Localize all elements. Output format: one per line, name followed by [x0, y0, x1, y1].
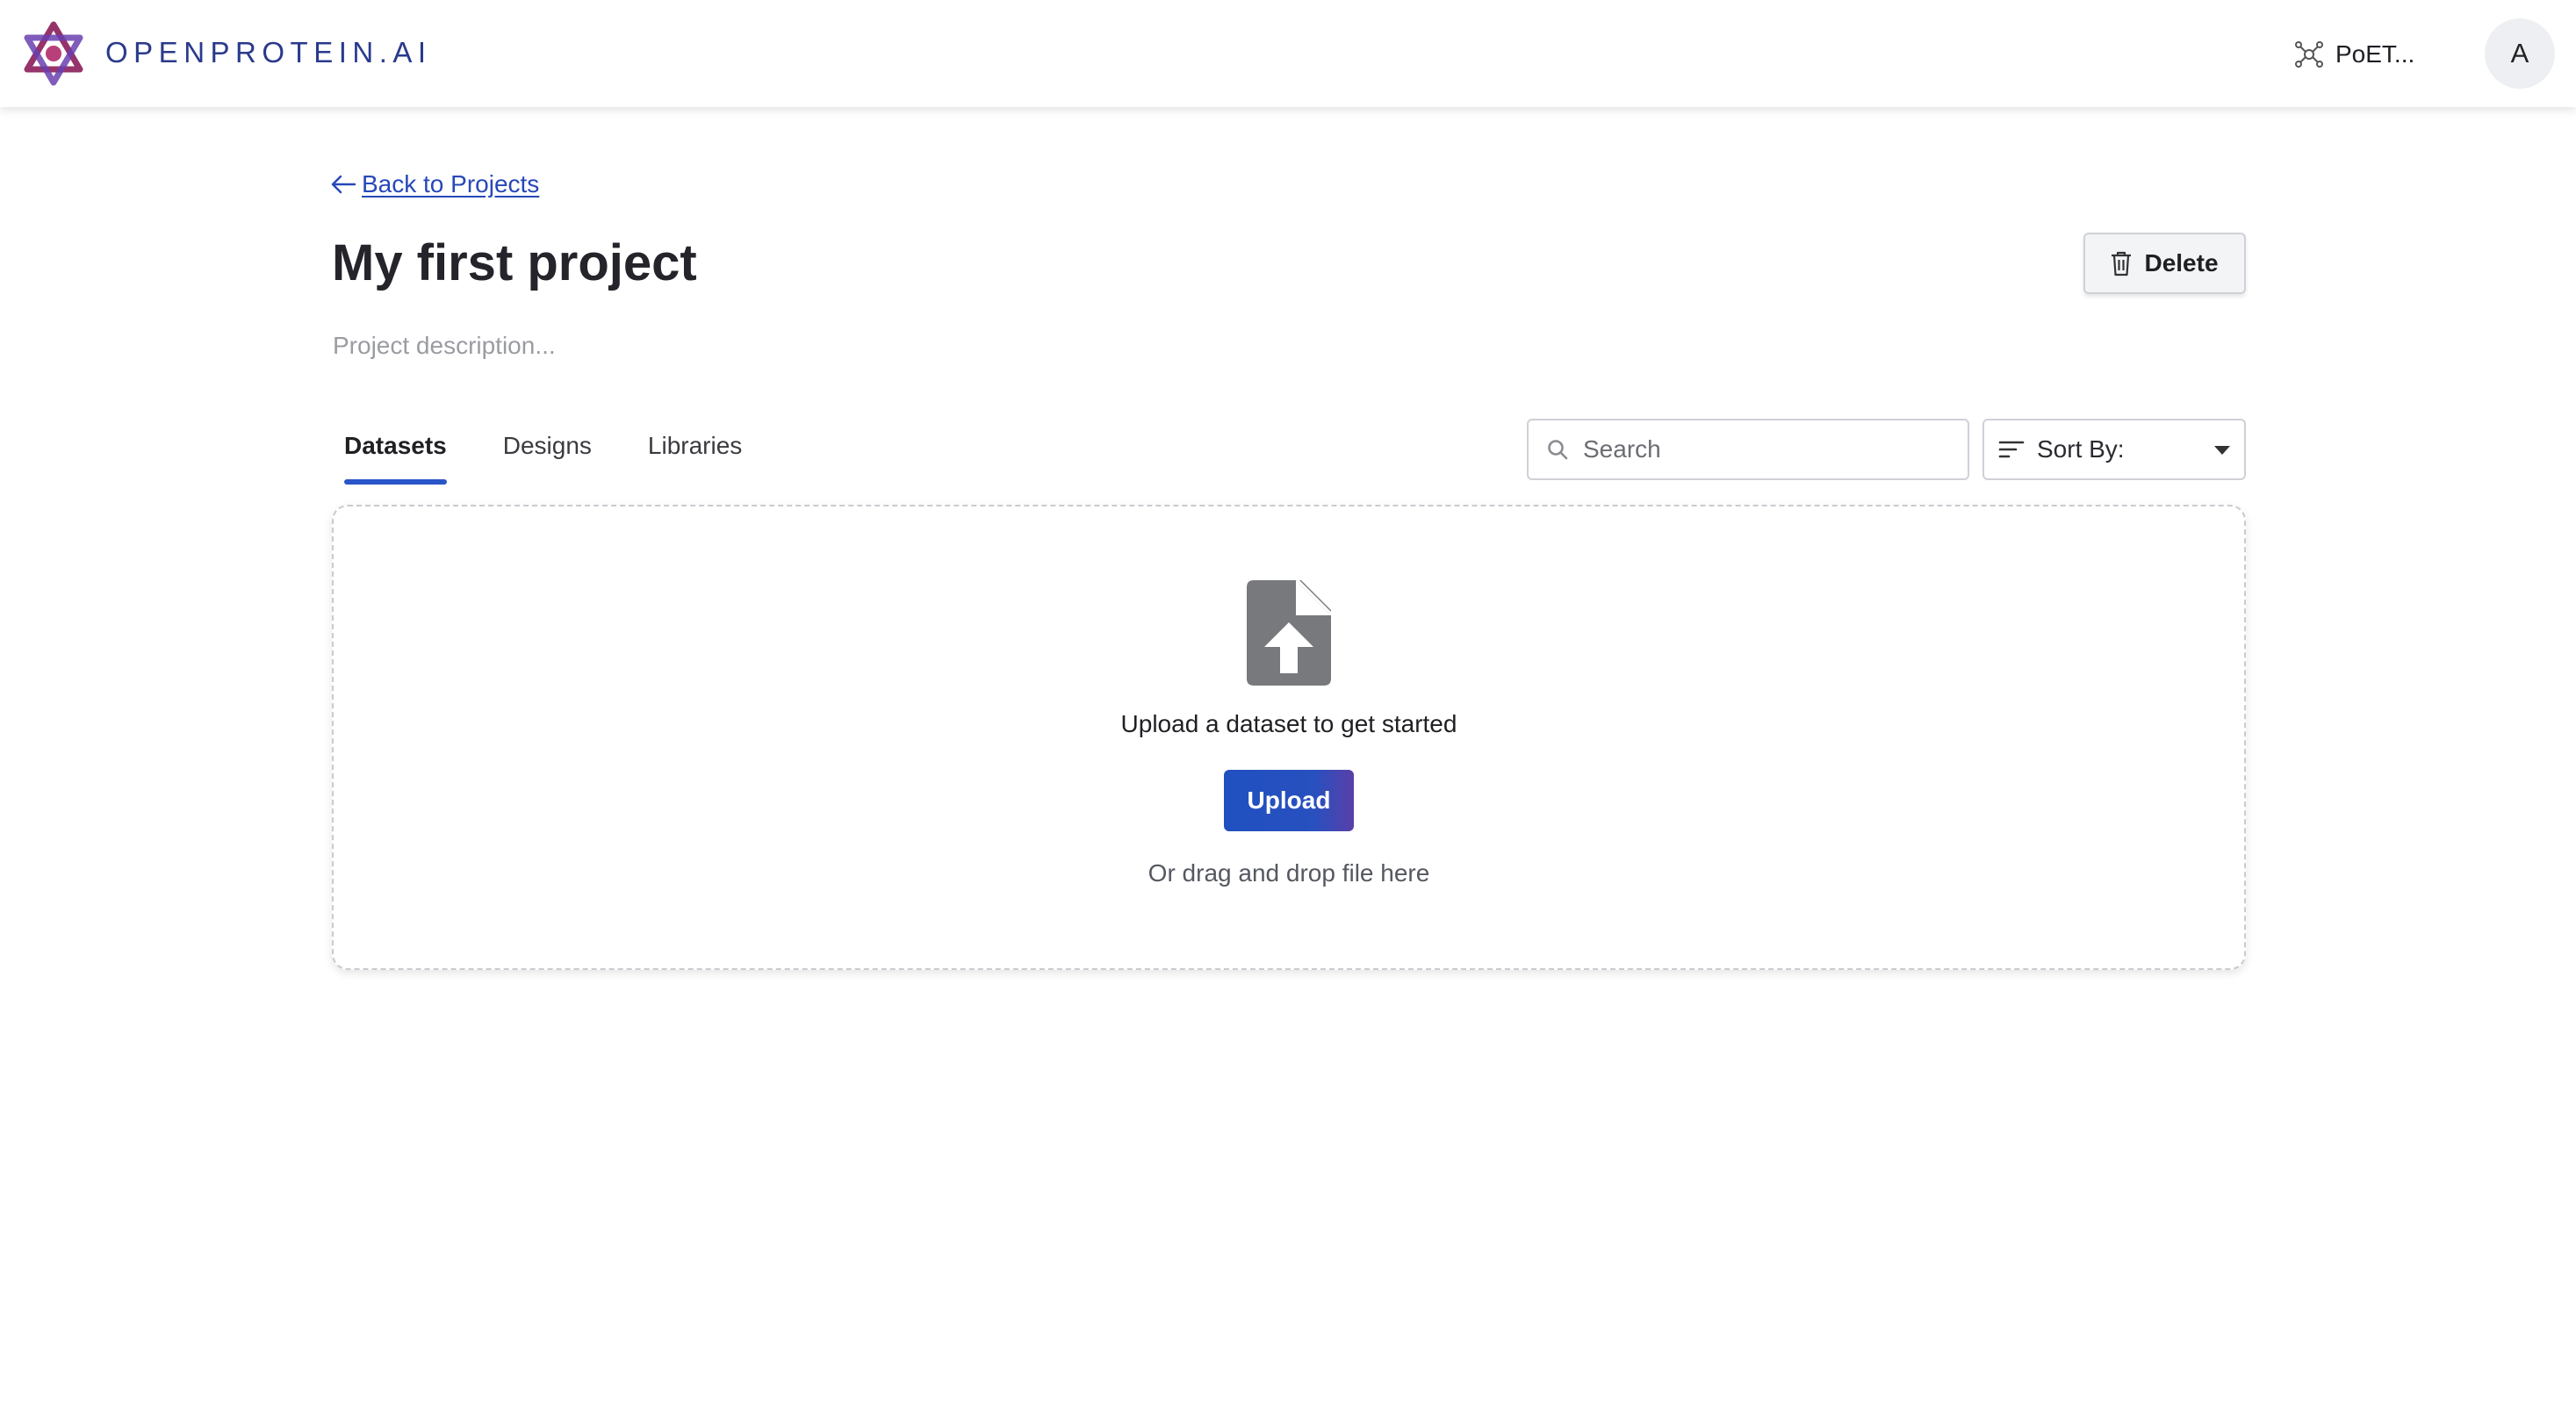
- model-selector-label: PoET...: [2335, 40, 2415, 68]
- brand-name: OPENPROTEIN.AI: [105, 36, 432, 68]
- model-node-icon: [2295, 41, 2323, 68]
- drag-drop-hint: Or drag and drop file here: [1148, 859, 1430, 887]
- model-selector[interactable]: PoET...: [2293, 37, 2414, 72]
- search-icon: [1548, 440, 1568, 460]
- project-description-field[interactable]: Project description...: [333, 332, 556, 360]
- openprotein-logo-icon[interactable]: [21, 21, 86, 86]
- tab-libraries-label: Libraries: [647, 432, 743, 459]
- top-bar: OPENPROTEIN.AI PoET... A: [0, 0, 2576, 107]
- tab-datasets[interactable]: Datasets: [330, 428, 461, 485]
- arrow-left-icon: [331, 175, 356, 194]
- delete-button[interactable]: Delete: [2083, 233, 2246, 294]
- back-to-projects-link[interactable]: Back to Projects: [330, 170, 539, 198]
- sort-lines-icon: [1998, 441, 2025, 458]
- sort-by-select[interactable]: Sort By:: [1982, 419, 2246, 480]
- dataset-drop-zone[interactable]: Upload a dataset to get started Upload O…: [332, 505, 2246, 970]
- back-link-label: Back to Projects: [362, 170, 540, 198]
- search-box[interactable]: [1527, 419, 1969, 480]
- page-title[interactable]: My first project: [332, 232, 697, 295]
- tab-libraries[interactable]: Libraries: [634, 428, 756, 485]
- upload-button[interactable]: Upload: [1224, 770, 1354, 831]
- caret-down-icon: [2214, 446, 2230, 455]
- tab-designs-label: Designs: [502, 432, 592, 459]
- tab-designs[interactable]: Designs: [489, 428, 606, 485]
- search-input[interactable]: [1581, 435, 1950, 464]
- user-avatar[interactable]: A: [2485, 18, 2555, 89]
- project-tabs: Datasets Designs Libraries: [330, 428, 784, 485]
- sort-by-label: Sort By:: [2037, 435, 2125, 463]
- file-upload-icon: [1247, 580, 1331, 686]
- upload-prompt-text: Upload a dataset to get started: [1120, 710, 1457, 737]
- active-tab-indicator: [344, 479, 447, 485]
- tab-datasets-label: Datasets: [344, 432, 447, 459]
- trash-icon: [2112, 251, 2132, 277]
- delete-button-label: Delete: [2144, 249, 2219, 277]
